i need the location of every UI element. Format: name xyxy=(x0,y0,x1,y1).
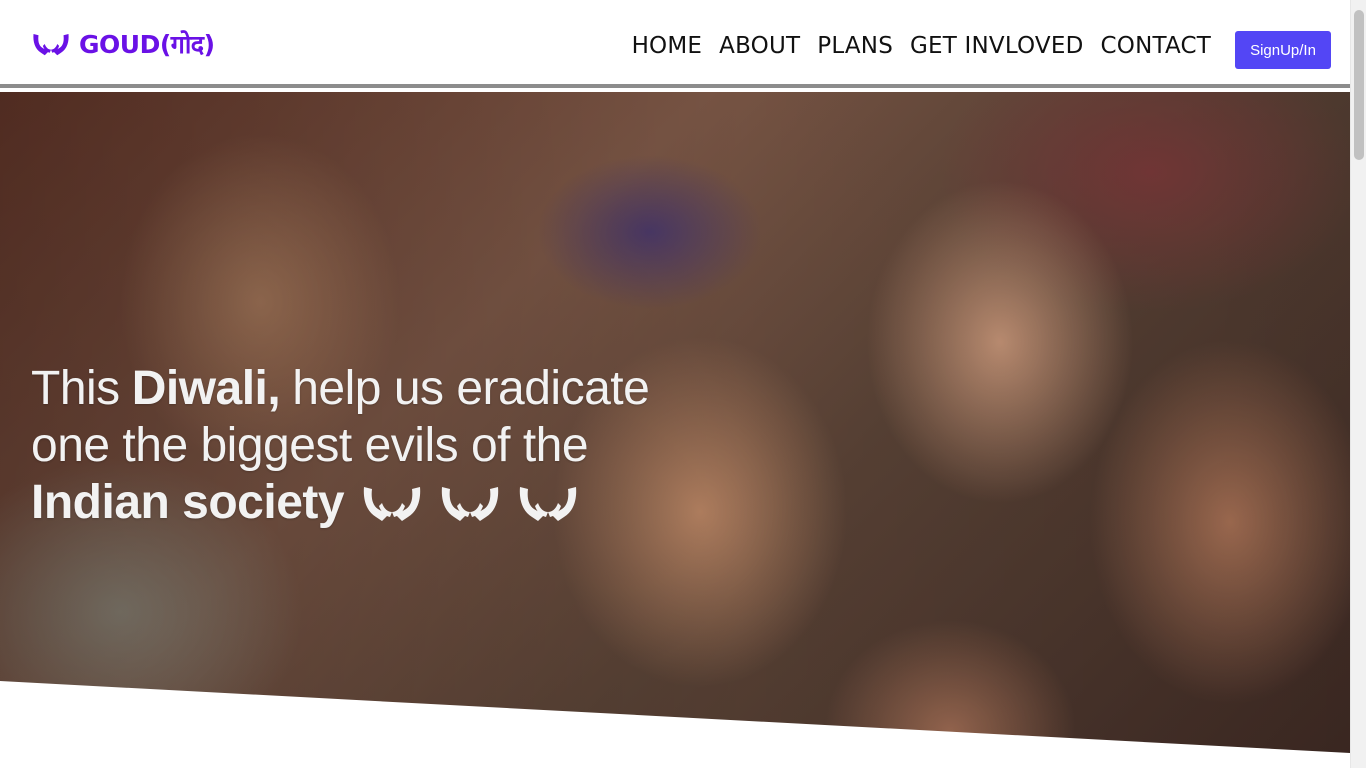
headline-line-2: one the biggest evils of the xyxy=(31,417,671,474)
headline-bold: Indian society xyxy=(31,476,345,529)
headline-line-1: This Diwali, help us eradicate xyxy=(31,360,671,417)
section-divider xyxy=(0,681,1350,768)
nav-plans[interactable]: PLANS xyxy=(817,33,893,59)
nav-about[interactable]: ABOUT xyxy=(719,33,800,59)
hands-icon xyxy=(33,34,69,56)
hands-icon xyxy=(363,486,421,521)
navbar: GOUD(गोद) HOME ABOUT PLANS GET INVLOVED … xyxy=(0,0,1350,88)
brand-link[interactable]: GOUD(गोद) xyxy=(31,26,215,62)
hands-icon xyxy=(519,486,577,521)
signup-button[interactable]: SignUp/In xyxy=(1235,31,1331,69)
hands-icon-group xyxy=(360,481,580,525)
headline-text: help us eradicate xyxy=(292,362,650,415)
nav-home[interactable]: HOME xyxy=(632,33,703,59)
nav-get-involved[interactable]: GET INVLOVED xyxy=(910,33,1084,59)
page-scrollbar[interactable] xyxy=(1350,0,1366,768)
hero-banner: This Diwali, help us eradicate one the b… xyxy=(0,92,1350,768)
scrollbar-thumb[interactable] xyxy=(1354,10,1364,160)
hero-headline: This Diwali, help us eradicate one the b… xyxy=(31,360,671,531)
brand-name: GOUD(गोद) xyxy=(79,30,215,59)
headline-bold: Diwali, xyxy=(131,362,281,415)
headline-text: This xyxy=(31,362,120,415)
headline-text: one the biggest evils of the xyxy=(31,419,589,472)
headline-line-3: Indian society xyxy=(31,474,671,531)
hands-icon xyxy=(441,486,499,521)
nav-menu: HOME ABOUT PLANS GET INVLOVED CONTACT xyxy=(632,33,1211,59)
nav-contact[interactable]: CONTACT xyxy=(1101,33,1211,59)
